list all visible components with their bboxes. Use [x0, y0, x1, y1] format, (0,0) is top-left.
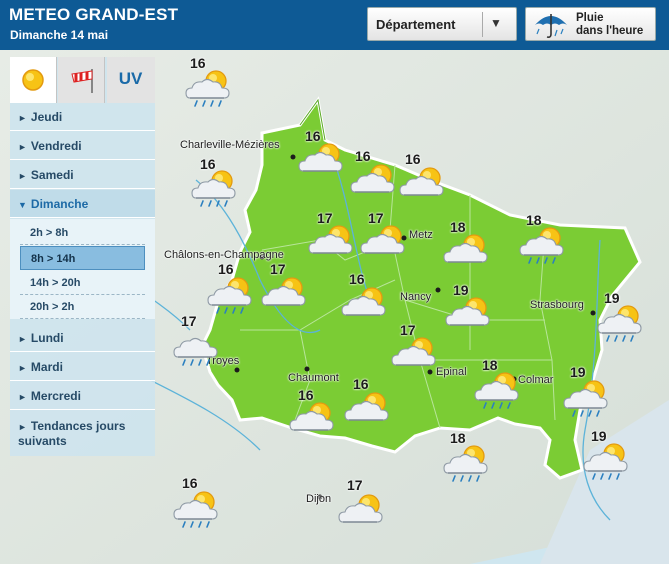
time-slot-14h-20h[interactable]: 14h > 20h — [20, 271, 145, 295]
tab-weather[interactable] — [10, 57, 57, 103]
partly-cloudy-rain-icon — [204, 275, 258, 322]
city-label: Dijon — [306, 493, 332, 505]
umbrella-icon — [535, 14, 567, 38]
tab-wind[interactable] — [58, 57, 105, 103]
temperature-label: 16 — [405, 151, 421, 167]
temperature-label: 19 — [453, 282, 469, 298]
caret-right-icon: ► — [18, 334, 27, 344]
time-slot-2h-8h[interactable]: 2h > 8h — [20, 221, 145, 245]
temperature-label: 16 — [349, 271, 365, 287]
partly-cloudy-rain-icon — [580, 441, 634, 488]
temperature-label: 19 — [570, 364, 586, 380]
temperature-label: 16 — [353, 376, 369, 392]
temperature-label: 16 — [200, 156, 216, 172]
temperature-label: 18 — [450, 219, 466, 235]
city-label: Strasbourg — [530, 299, 584, 311]
panel-tabs: UV — [10, 57, 155, 103]
temperature-label: 17 — [347, 477, 363, 493]
day-item-tendances[interactable]: ► Tendances jours suivants — [10, 413, 155, 453]
day-item-mardi[interactable]: ► Mardi — [10, 353, 155, 381]
caret-right-icon: ► — [18, 422, 27, 432]
day-item-mercredi[interactable]: ► Mercredi — [10, 382, 155, 410]
partly-cloudy-rain-icon — [188, 168, 242, 215]
caret-right-icon: ► — [18, 113, 27, 123]
time-slot-20h-2h[interactable]: 20h > 2h — [20, 295, 145, 319]
temperature-label: 16 — [182, 475, 198, 491]
sun-icon — [22, 69, 44, 91]
time-slot-list: 2h > 8h 8h > 14h 14h > 20h 20h > 2h — [10, 219, 155, 319]
windsock-icon — [71, 69, 93, 93]
temperature-label: 19 — [604, 290, 620, 306]
partly-cloudy-icon — [347, 162, 401, 209]
partly-cloudy-rain-icon — [560, 378, 614, 425]
caret-down-icon: ▼ — [18, 200, 27, 210]
partly-cloudy-icon — [335, 492, 389, 539]
temperature-label: 17 — [400, 322, 416, 338]
partly-cloudy-rain-icon — [516, 225, 570, 272]
partly-cloudy-icon — [396, 165, 450, 212]
caret-right-icon: ► — [18, 171, 27, 181]
temperature-label: 17 — [181, 313, 197, 329]
city-label: Charleville-Mézières — [180, 139, 280, 151]
temperature-label: 16 — [218, 261, 234, 277]
partly-cloudy-icon — [341, 390, 395, 437]
partly-cloudy-icon — [286, 400, 340, 447]
temperature-label: 18 — [450, 430, 466, 446]
day-item-samedi[interactable]: ► Samedi — [10, 161, 155, 189]
temperature-label: 17 — [368, 210, 384, 226]
rain-next-hour-label: Pluie dans l'heure — [576, 12, 644, 37]
caret-right-icon: ► — [18, 142, 27, 152]
caret-right-icon: ► — [18, 392, 27, 402]
temperature-label: 17 — [317, 210, 333, 226]
partly-cloudy-rain-icon — [471, 370, 525, 417]
city-label: Metz — [409, 229, 433, 241]
caret-right-icon: ► — [18, 363, 27, 373]
temperature-label: 16 — [190, 55, 206, 71]
time-slot-8h-14h[interactable]: 8h > 14h — [20, 246, 145, 270]
city-label: Chaumont — [288, 372, 339, 384]
partly-cloudy-icon — [338, 285, 392, 332]
temperature-label: 16 — [305, 128, 321, 144]
temperature-label: 18 — [526, 212, 542, 228]
department-select[interactable]: Département ▼ — [367, 7, 517, 41]
app-header: METEO GRAND-EST Dimanche 14 mai Départem… — [0, 0, 669, 50]
partly-cloudy-icon — [357, 223, 411, 270]
partly-cloudy-rain-icon — [170, 489, 224, 536]
select-divider — [482, 12, 483, 37]
city-label: Nancy — [400, 291, 432, 303]
temperature-label: 16 — [355, 148, 371, 164]
tab-uv-label: UV — [118, 69, 143, 88]
temperature-label: 16 — [298, 387, 314, 403]
city-label: Châlons-en-Champagne — [164, 249, 284, 261]
partly-cloudy-icon — [305, 223, 359, 270]
temperature-label: 17 — [270, 261, 286, 277]
partly-cloudy-icon — [442, 295, 496, 342]
partly-cloudy-icon — [440, 232, 494, 279]
chevron-down-icon: ▼ — [490, 16, 502, 30]
page-date: Dimanche 14 mai — [10, 28, 109, 42]
temperature-label: 19 — [591, 428, 607, 444]
partly-cloudy-icon — [258, 275, 312, 322]
day-item-jeudi[interactable]: ► Jeudi — [10, 103, 155, 131]
day-item-lundi[interactable]: ► Lundi — [10, 324, 155, 352]
department-select-label: Département — [376, 17, 456, 32]
tab-uv[interactable]: UV — [107, 57, 155, 103]
partly-cloudy-icon — [388, 335, 442, 382]
forecast-panel: UV ► Jeudi ► Vendredi ► Samedi ▼ Dimanche 2h… — [10, 57, 155, 456]
day-item-vendredi[interactable]: ► Vendredi — [10, 132, 155, 160]
day-item-dimanche[interactable]: ▼ Dimanche — [10, 190, 155, 218]
partly-cloudy-rain-icon — [594, 303, 648, 350]
cloud-rain-icon — [170, 327, 224, 374]
rain-next-hour-button[interactable]: Pluie dans l'heure — [525, 7, 656, 41]
partly-cloudy-rain-icon — [440, 443, 494, 490]
partly-cloudy-rain-icon — [182, 68, 236, 115]
page-title: METEO GRAND-EST — [9, 5, 179, 24]
partly-cloudy-icon — [295, 141, 349, 188]
temperature-label: 18 — [482, 357, 498, 373]
